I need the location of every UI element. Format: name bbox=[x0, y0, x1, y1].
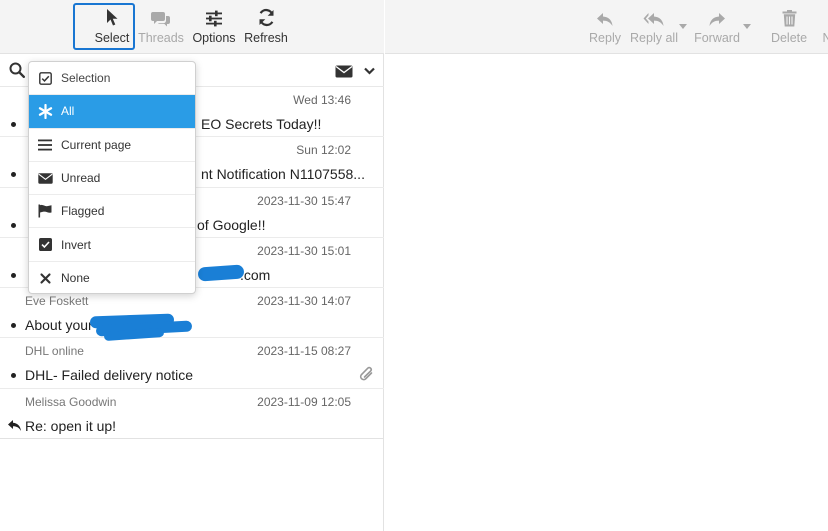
menu-item-none[interactable]: None bbox=[29, 262, 195, 293]
unread-dot-icon bbox=[11, 222, 16, 228]
chevron-down-icon[interactable] bbox=[364, 67, 375, 75]
list-toolbar: Select Threads Options Refresh bbox=[0, 0, 384, 54]
options-button[interactable]: Options bbox=[189, 0, 239, 54]
message-subject: .com bbox=[240, 266, 271, 283]
reply-label: Reply bbox=[589, 31, 621, 45]
message-from: Eve Foskett bbox=[25, 294, 89, 309]
menu-item-label: Flagged bbox=[61, 204, 105, 219]
unread-dot-icon bbox=[11, 323, 16, 329]
reading-pane-toolbar: Reply Reply all Forward Delete N bbox=[385, 0, 828, 54]
reply-all-button[interactable]: Reply all bbox=[630, 0, 678, 54]
more-label: N bbox=[822, 31, 828, 45]
threads-label: Threads bbox=[138, 31, 184, 45]
message-subject: EO Secrets Today!! bbox=[201, 116, 322, 132]
refresh-label: Refresh bbox=[244, 31, 288, 45]
replied-arrow-icon bbox=[8, 419, 21, 431]
x-icon bbox=[39, 273, 51, 284]
paperclip-icon bbox=[359, 367, 373, 381]
reply-all-icon bbox=[643, 13, 664, 26]
message-from: Melissa Goodwin bbox=[25, 394, 117, 409]
message-date: 2023-11-30 14:07 bbox=[257, 294, 351, 309]
unread-dot-icon bbox=[11, 122, 16, 127]
select-label: Select bbox=[94, 31, 130, 45]
list-icon bbox=[38, 139, 52, 151]
reading-pane bbox=[385, 55, 828, 531]
menu-item-flagged[interactable]: Flagged bbox=[29, 195, 195, 229]
message-date: Sun 12:02 bbox=[296, 143, 351, 158]
asterisk-icon bbox=[38, 103, 52, 119]
menu-item-label: Unread bbox=[61, 171, 101, 186]
flag-icon bbox=[38, 204, 52, 218]
message-subject: of Google!! bbox=[197, 216, 266, 233]
message-date: 2023-11-09 12:05 bbox=[257, 394, 351, 409]
message-subject: About your bbox=[25, 317, 93, 334]
checked-box-icon bbox=[38, 238, 52, 252]
menu-item-label: All bbox=[61, 104, 75, 119]
message-subject: nt Notification N1107558... bbox=[201, 166, 365, 183]
trash-icon bbox=[782, 10, 796, 27]
menu-item-label: Current page bbox=[61, 137, 132, 152]
menu-item-invert[interactable]: Invert bbox=[29, 228, 195, 262]
select-dropdown-menu: Selection All Current page Unread Flagge… bbox=[28, 61, 196, 294]
menu-item-unread[interactable]: Unread bbox=[29, 162, 195, 196]
message-row[interactable]: DHL online 2023-11-15 08:27 DHL- Failed … bbox=[0, 338, 384, 389]
message-subject: Re: open it up! bbox=[25, 417, 117, 434]
message-list-pane: Select Threads Options Refresh Wed 13:46… bbox=[0, 0, 384, 531]
options-label: Options bbox=[192, 31, 236, 45]
delete-button[interactable]: Delete bbox=[771, 0, 807, 54]
unread-dot-icon bbox=[11, 272, 16, 278]
threads-button[interactable]: Threads bbox=[136, 0, 186, 54]
more-button[interactable]: N bbox=[817, 0, 828, 54]
reply-button[interactable]: Reply bbox=[589, 0, 621, 54]
message-date: 2023-11-30 15:47 bbox=[257, 193, 351, 208]
menu-item-label: None bbox=[61, 271, 90, 286]
unread-dot-icon bbox=[11, 172, 16, 178]
menu-item-all[interactable]: All bbox=[29, 95, 195, 129]
reply-all-dropdown-icon[interactable] bbox=[679, 24, 687, 29]
menu-item-current-page[interactable]: Current page bbox=[29, 129, 195, 162]
cursor-arrow-icon bbox=[107, 9, 118, 26]
message-row[interactable]: Eve Foskett 2023-11-30 14:07 About your bbox=[0, 288, 384, 342]
forward-icon bbox=[709, 13, 725, 26]
message-date: Wed 13:46 bbox=[293, 93, 351, 107]
refresh-button[interactable]: Refresh bbox=[242, 0, 290, 54]
message-row[interactable]: Melissa Goodwin 2023-11-09 12:05 Re: ope… bbox=[0, 389, 384, 440]
message-date: 2023-11-30 15:01 bbox=[257, 243, 351, 258]
reply-all-label: Reply all bbox=[630, 31, 678, 45]
envelope-icon[interactable] bbox=[335, 65, 353, 78]
sliders-icon bbox=[206, 10, 222, 27]
forward-dropdown-icon[interactable] bbox=[743, 24, 751, 29]
select-button[interactable]: Select bbox=[86, 0, 138, 54]
unread-dot-icon bbox=[11, 373, 16, 379]
menu-item-label: Invert bbox=[61, 237, 92, 252]
chat-bubbles-icon bbox=[151, 12, 170, 27]
delete-label: Delete bbox=[770, 31, 808, 45]
menu-item-label: Selection bbox=[61, 71, 111, 86]
checkbox-icon bbox=[38, 71, 52, 85]
refresh-icon bbox=[258, 8, 274, 27]
forward-label: Forward bbox=[694, 31, 740, 45]
search-icon[interactable] bbox=[9, 62, 25, 78]
menu-item-selection[interactable]: Selection bbox=[29, 62, 195, 96]
reply-icon bbox=[597, 13, 613, 26]
redaction-mark bbox=[197, 264, 245, 282]
envelope-icon bbox=[37, 172, 53, 184]
message-subject: DHL- Failed delivery notice bbox=[25, 367, 194, 384]
message-from: DHL online bbox=[25, 344, 84, 359]
forward-button[interactable]: Forward bbox=[694, 0, 740, 54]
message-date: 2023-11-15 08:27 bbox=[257, 344, 351, 359]
